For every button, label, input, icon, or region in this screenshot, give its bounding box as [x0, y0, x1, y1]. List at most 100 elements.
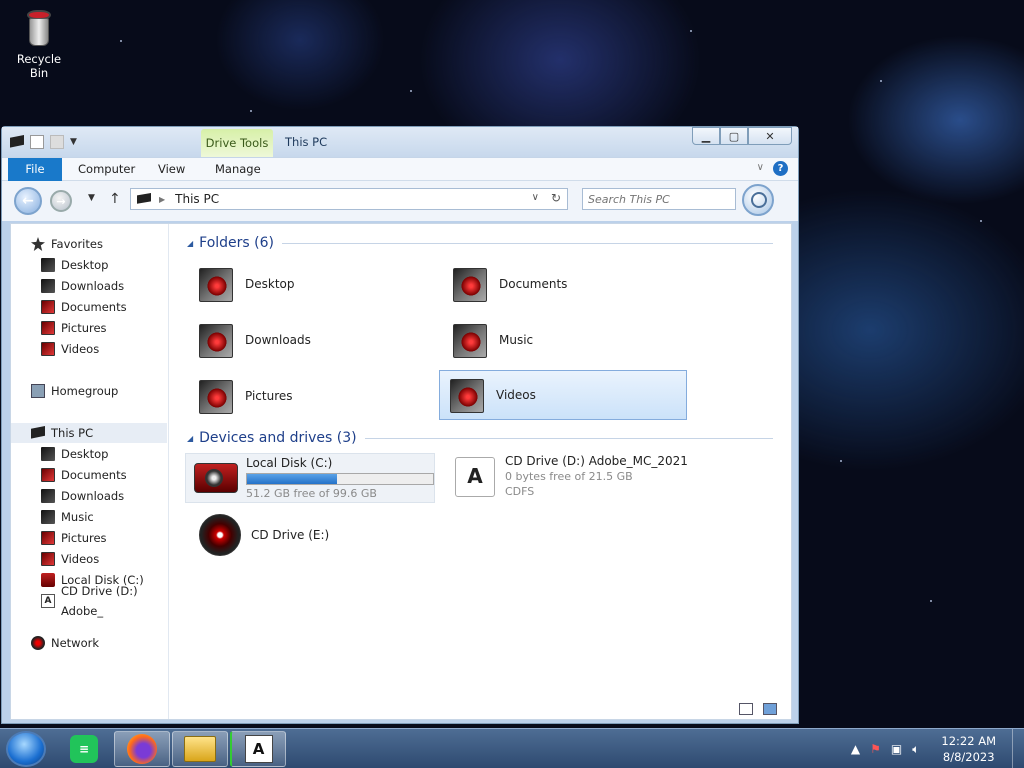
this-pc-icon: [10, 135, 24, 148]
tab-computer[interactable]: Computer: [78, 158, 135, 181]
tree-label: This PC: [51, 426, 94, 440]
back-button[interactable]: ←: [14, 187, 42, 215]
address-bar[interactable]: ▶ This PC ∨ ↻: [130, 188, 568, 210]
tree-pc-desktop[interactable]: Desktop: [41, 444, 108, 464]
drive-cd-d-adobe[interactable]: A CD Drive (D:) Adobe_MC_2021 0 bytes fr…: [443, 453, 688, 499]
tile-label: Documents: [499, 277, 568, 291]
explorer-window: ▼ Drive Tools This PC ▁ ▢ ✕ File Compute…: [1, 126, 799, 724]
tab-manage[interactable]: Manage: [215, 158, 261, 181]
folder-tile-music[interactable]: Music: [443, 315, 691, 365]
tab-file[interactable]: File: [8, 158, 62, 181]
recycle-bin-label: Recycle Bin: [16, 52, 62, 80]
music-folder-icon: [449, 318, 493, 362]
address-path[interactable]: This PC: [175, 192, 219, 206]
tree-pc-cd-drive[interactable]: A CD Drive (D:) Adobe_: [41, 584, 168, 618]
main-pane: ◢ Folders (6) Desktop Documents Download…: [177, 224, 791, 719]
show-hidden-icons-icon[interactable]: ▲: [851, 742, 860, 756]
search-icon[interactable]: [742, 184, 774, 216]
folder-tile-documents[interactable]: Documents: [443, 259, 691, 309]
tile-label: Downloads: [245, 333, 311, 347]
properties-icon[interactable]: [30, 135, 44, 149]
folders-group-header[interactable]: ◢ Folders (6): [177, 233, 773, 253]
network-icon: [31, 636, 45, 650]
recycle-bin-desktop-icon[interactable]: Recycle Bin: [8, 6, 70, 80]
customize-toolbar-chevron-icon[interactable]: ▼: [70, 135, 80, 149]
tree-label: Documents: [61, 468, 127, 482]
taskbar-feedly[interactable]: ≡: [56, 731, 112, 767]
breadcrumb-separator-icon[interactable]: ▶: [159, 195, 165, 204]
refresh-icon[interactable]: ↻: [551, 191, 561, 205]
folder-tile-videos[interactable]: Videos: [439, 370, 687, 420]
drive-cd-e[interactable]: CD Drive (E:): [189, 512, 329, 558]
videos-folder-icon: [446, 373, 490, 417]
tree-pc-pictures[interactable]: Pictures: [41, 528, 107, 548]
devices-group-header[interactable]: ◢ Devices and drives (3): [177, 428, 773, 448]
search-input[interactable]: [582, 188, 736, 210]
disk-usage-bar: [246, 473, 434, 485]
forward-button[interactable]: →: [50, 190, 72, 212]
drive-name: CD Drive (E:): [251, 528, 330, 542]
help-icon[interactable]: ?: [773, 161, 788, 176]
tree-fav-documents[interactable]: Documents: [41, 297, 127, 317]
clock[interactable]: 12:22 AM 8/8/2023: [941, 733, 996, 765]
tree-pc-videos[interactable]: Videos: [41, 549, 99, 569]
taskbar-file-explorer[interactable]: [172, 731, 228, 767]
tree-fav-desktop[interactable]: Desktop: [41, 255, 108, 275]
address-dropdown-icon[interactable]: ∨: [532, 192, 539, 203]
drive-filesystem: CDFS: [505, 485, 535, 498]
minimize-button[interactable]: ▁: [692, 127, 720, 145]
tab-view[interactable]: View: [158, 158, 185, 181]
tree-pc-documents[interactable]: Documents: [41, 465, 127, 485]
collapse-triangle-icon[interactable]: ◢: [187, 434, 193, 443]
taskbar-firefox[interactable]: [114, 731, 170, 767]
desktop-folder-icon: [195, 262, 239, 306]
quick-access-toolbar: ▼: [10, 135, 80, 149]
tree-label: Documents: [61, 300, 127, 314]
ribbon-tabs: File Computer View Manage ∨ ?: [2, 157, 798, 181]
title-bar: ▼ Drive Tools This PC ▁ ▢ ✕: [2, 127, 798, 157]
drive-local-disk-c[interactable]: Local Disk (C:) 51.2 GB free of 99.6 GB: [185, 453, 435, 503]
videos-folder-icon: [41, 342, 55, 356]
expand-ribbon-chevron-icon[interactable]: ∨: [757, 162, 764, 173]
recent-locations-chevron-icon[interactable]: ▼: [88, 193, 95, 203]
folder-tile-pictures[interactable]: Pictures: [189, 371, 437, 421]
tree-homegroup[interactable]: Homegroup: [31, 381, 118, 401]
maximize-button[interactable]: ▢: [720, 127, 748, 145]
start-button[interactable]: [6, 731, 46, 767]
desktop-folder-icon: [41, 258, 55, 272]
tree-fav-downloads[interactable]: Downloads: [41, 276, 124, 296]
cd-drive-icon: [195, 512, 245, 558]
tree-favorites[interactable]: Favorites: [31, 234, 103, 254]
new-folder-icon[interactable]: [50, 135, 64, 149]
details-view-icon[interactable]: [739, 703, 753, 715]
large-icons-view-icon[interactable]: [763, 703, 777, 715]
downloads-folder-icon: [41, 489, 55, 503]
firefox-icon: [127, 734, 157, 764]
tree-pc-music[interactable]: Music: [41, 507, 94, 527]
volume-icon[interactable]: 🔈︎: [912, 742, 919, 757]
collapse-triangle-icon[interactable]: ◢: [187, 239, 193, 248]
group-title: Folders (6): [199, 235, 274, 251]
network-tray-icon[interactable]: ▣: [891, 742, 902, 756]
close-button[interactable]: ✕: [748, 127, 792, 145]
documents-folder-icon: [41, 300, 55, 314]
drive-name: Local Disk (C:): [246, 456, 333, 470]
window-title: This PC: [285, 135, 328, 149]
tree-pc-downloads[interactable]: Downloads: [41, 486, 124, 506]
folder-tile-downloads[interactable]: Downloads: [189, 315, 437, 365]
show-desktop-button[interactable]: [1012, 729, 1024, 768]
taskbar: ≡ A ▲ ⚑ ▣ 🔈︎ 12:22 AM 8/8/2023: [0, 728, 1024, 768]
up-button[interactable]: ↑: [109, 191, 121, 207]
tree-fav-pictures[interactable]: Pictures: [41, 318, 107, 338]
action-center-flag-icon[interactable]: ⚑: [870, 742, 881, 756]
videos-folder-icon: [41, 552, 55, 566]
content-area: Favorites Desktop Downloads Documents Pi…: [10, 223, 792, 720]
downloads-folder-icon: [41, 279, 55, 293]
tree-this-pc[interactable]: This PC: [11, 423, 167, 443]
tree-network[interactable]: Network: [31, 633, 99, 653]
folder-tile-desktop[interactable]: Desktop: [189, 259, 437, 309]
drive-free-space: 0 bytes free of 21.5 GB: [505, 470, 633, 483]
taskbar-adobe-installer[interactable]: A: [230, 731, 286, 767]
desktop-folder-icon: [41, 447, 55, 461]
tree-fav-videos[interactable]: Videos: [41, 339, 99, 359]
